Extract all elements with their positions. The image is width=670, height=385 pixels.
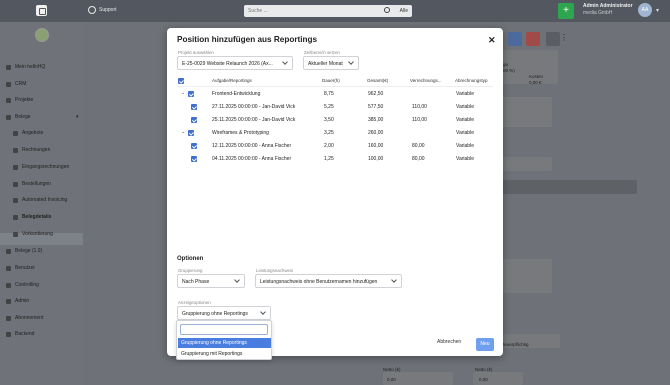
details-icon: [13, 214, 18, 220]
top-bar: Support Suche ... Alle + Admin Administr…: [0, 0, 670, 22]
divider: [177, 86, 493, 87]
chevron-down-icon[interactable]: ⌄: [181, 90, 185, 96]
chevron-down-icon: [260, 309, 266, 315]
avatar[interactable]: AA: [638, 3, 652, 17]
subscription-icon: [6, 315, 11, 321]
display-options-dropdown: Gruppierung ohne Reportings Gruppierung …: [176, 320, 272, 360]
background-panel: [502, 259, 552, 293]
project-label: Projekt auswählen: [178, 50, 214, 55]
display-label: Anzeigeoptionen: [178, 300, 211, 305]
chevron-down-icon: [282, 59, 288, 65]
column-header-total: Gesamt(€): [367, 78, 389, 83]
users-icon: [6, 265, 11, 271]
sidebar-item-crm[interactable]: CRM: [6, 81, 26, 87]
sidebar-item-rechnungen[interactable]: Rechnungen: [13, 147, 50, 153]
comment-icon[interactable]: [546, 32, 560, 46]
dropdown-option[interactable]: Gruppierung mit Reportings: [178, 349, 271, 359]
sidebar-item-backend[interactable]: Backend: [6, 331, 34, 337]
sidebar-item-controlling[interactable]: Controlling: [6, 282, 39, 288]
home-icon: [6, 64, 11, 70]
sidebar-item-bestellungen[interactable]: Bestellungen: [13, 181, 51, 187]
chevron-down-icon[interactable]: ▾: [656, 7, 659, 14]
crm-icon: [6, 81, 11, 87]
user-info[interactable]: Admin Administrator media GmbH: [583, 3, 633, 17]
sidebar-item-belegdetails[interactable]: Belegdetails: [13, 214, 51, 220]
add-button[interactable]: +: [558, 3, 574, 19]
period-select[interactable]: Aktueller Monat: [303, 56, 359, 70]
proof-label: Leistungsnachweis: [256, 268, 294, 273]
offer-icon: [13, 130, 18, 136]
support-link[interactable]: Support: [88, 6, 117, 14]
sidebar-item-abonnement[interactable]: Abonnement: [6, 315, 43, 321]
documents-icon: [6, 114, 11, 120]
save-icon[interactable]: [508, 32, 522, 46]
close-icon[interactable]: ✕: [488, 35, 496, 46]
sidebar-item-benutzer[interactable]: Benutzer: [6, 265, 35, 271]
column-header-duration: Dauer(h): [322, 78, 340, 83]
incoming-invoice-icon: [13, 164, 18, 170]
global-search-input[interactable]: Suche ... Alle: [244, 5, 412, 17]
sidebar-item-eingangsrechnungen[interactable]: Eingangsrechnungen: [13, 164, 69, 170]
documents-icon: [6, 248, 11, 254]
row-checkbox[interactable]: [188, 130, 194, 136]
projects-icon: [6, 97, 11, 103]
column-header-billing: Verrechnungs...: [410, 78, 442, 83]
row-checkbox[interactable]: [188, 91, 194, 97]
notes-area: [502, 97, 552, 127]
period-label: Zeitbereich setzen: [304, 50, 340, 55]
chevron-down-icon[interactable]: ▾: [76, 114, 79, 120]
grouping-label: Gruppierung: [178, 268, 203, 273]
chevron-down-icon: [391, 277, 397, 283]
modal-title: Position hinzufügen aus Reportings: [177, 35, 318, 44]
chevron-down-icon[interactable]: ⌄: [181, 129, 185, 135]
invoice-icon: [13, 147, 18, 153]
sidebar-item-automated-invoicing[interactable]: Automated Invoicing: [13, 197, 67, 203]
search-scope-select[interactable]: Alle: [400, 8, 408, 14]
row-checkbox[interactable]: [191, 156, 197, 162]
more-icon[interactable]: ⋮: [560, 33, 568, 42]
sidebar-item-belege[interactable]: Belege: [6, 114, 31, 120]
backend-icon: [6, 331, 11, 337]
admin-icon: [6, 298, 11, 304]
chevron-down-icon: [348, 59, 354, 65]
company-logo: [35, 28, 49, 42]
background-tab: [502, 180, 637, 194]
grouping-select[interactable]: Nach Phase: [177, 274, 245, 288]
submit-button[interactable]: Neu: [476, 338, 494, 351]
close-icon[interactable]: [526, 32, 540, 46]
chevron-down-icon: [234, 277, 240, 283]
order-icon: [13, 181, 18, 187]
app-logo-icon[interactable]: [36, 5, 47, 16]
sidebar-item-vorkontierung[interactable]: Vorkontierung: [13, 231, 53, 237]
row-checkbox[interactable]: [191, 143, 197, 149]
row-checkbox[interactable]: [191, 117, 197, 123]
accounting-icon: [13, 231, 18, 237]
dropdown-search-input[interactable]: [180, 324, 268, 335]
sidebar-item-angebote[interactable]: Angebote: [13, 130, 43, 136]
background-field: [502, 157, 552, 171]
sidebar-item-projekte[interactable]: Projekte: [6, 97, 33, 103]
help-icon: [88, 6, 96, 14]
project-select[interactable]: E-25-0029 Website Relaunch 2026 (Ax...: [177, 56, 293, 70]
automation-icon: [13, 197, 18, 203]
controlling-icon: [6, 282, 11, 288]
column-header-task: Aufgabe/Reportings: [212, 78, 252, 83]
display-select[interactable]: Gruppierung ohne Reportings: [177, 306, 271, 320]
sidebar-item-mein-hellohq[interactable]: Mein helloHQ: [6, 64, 45, 70]
options-title: Optionen: [177, 256, 204, 262]
select-all-checkbox[interactable]: [178, 78, 184, 84]
column-header-type: Abrechnungstyp: [455, 78, 488, 83]
sidebar-item-admin[interactable]: Admin: [6, 298, 29, 304]
proof-select[interactable]: Leistungsnachweis ohne Benutzernamen hin…: [255, 274, 402, 288]
dropdown-option[interactable]: Gruppierung ohne Reportings: [178, 338, 271, 348]
search-icon: [384, 7, 390, 13]
sidebar-item-belege-19[interactable]: Belege (1.9): [6, 248, 42, 254]
cancel-button[interactable]: Abbrechen: [437, 339, 461, 345]
row-checkbox[interactable]: [191, 104, 197, 110]
